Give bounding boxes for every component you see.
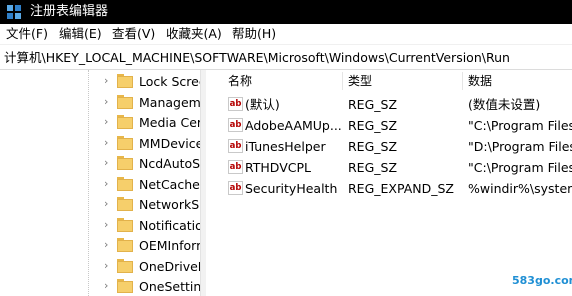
tree-item[interactable]: › NetworkS (0, 194, 200, 215)
value-name: SecurityHealth (245, 181, 338, 196)
chevron-right-icon[interactable]: › (104, 96, 114, 107)
chevron-right-icon[interactable]: › (104, 75, 114, 86)
value-name: AdobeAAMUp... (245, 118, 342, 133)
chevron-right-icon[interactable]: › (104, 219, 114, 230)
folder-icon (117, 94, 133, 109)
value-row[interactable]: ab (默认) REG_SZ (数值未设置) (206, 94, 572, 115)
column-type[interactable]: 类型 (348, 70, 372, 92)
value-data: "C:\Program Files (468, 118, 572, 133)
string-value-icon: ab (228, 118, 243, 132)
menu-edit[interactable]: 编辑(E) (56, 24, 105, 44)
list-header: 名称 类型 数据 (206, 70, 572, 92)
address-bar[interactable]: 计算机\HKEY_LOCAL_MACHINE\SOFTWARE\Microsof… (0, 44, 572, 70)
tree-item[interactable]: › OEMInforr (0, 235, 200, 256)
tree-item-label: NetworkS (139, 197, 200, 212)
tree-item[interactable]: › Media Cer (0, 112, 200, 133)
value-data: "D:\Program Files (468, 139, 572, 154)
tree-item[interactable]: › Managem (0, 92, 200, 113)
value-type: REG_SZ (348, 118, 398, 133)
tree-item-label: OEMInforr (139, 238, 200, 253)
chevron-right-icon[interactable]: › (104, 239, 114, 250)
chevron-right-icon[interactable]: › (104, 260, 114, 271)
menu-file[interactable]: 文件(F) (3, 24, 51, 44)
value-row[interactable]: ab AdobeAAMUp... REG_SZ "C:\Program Files (206, 115, 572, 136)
tree-item-label: MMDevice (139, 135, 200, 151)
chevron-right-icon[interactable]: › (104, 137, 114, 148)
value-list[interactable]: 名称 类型 数据 ab (默认) REG_SZ (数值未设置) ab AdobeAAMUp… (206, 70, 572, 296)
string-value-icon: ab (228, 97, 243, 111)
folder-icon (117, 258, 133, 273)
chevron-right-icon[interactable]: › (104, 280, 114, 291)
tree-item-label: NcdAutoS (139, 156, 200, 171)
menu-help[interactable]: 帮助(H) (229, 24, 279, 44)
column-divider[interactable] (342, 72, 343, 90)
tree-item[interactable]: › Notificatio (0, 215, 200, 236)
registry-editor-icon (7, 5, 21, 19)
value-type: REG_EXPAND_SZ (348, 181, 454, 196)
value-row[interactable]: ab iTunesHelper REG_SZ "D:\Program Files (206, 136, 572, 157)
folder-icon (117, 156, 133, 170)
value-row[interactable]: ab RTHDVCPL REG_SZ "C:\Program Files (206, 157, 572, 178)
value-type: REG_SZ (348, 160, 398, 175)
value-type: REG_SZ (348, 97, 398, 112)
folder-icon (117, 217, 133, 232)
tree-item-label: Lock Scree (139, 74, 200, 89)
string-value-icon: ab (228, 160, 243, 174)
chevron-right-icon[interactable]: › (104, 116, 114, 127)
folder-icon (117, 115, 133, 129)
folder-icon (117, 135, 133, 150)
tree-item-label: Media Cer (139, 115, 200, 130)
value-name: (默认) (245, 97, 280, 112)
watermark: 583go.com (512, 274, 572, 287)
value-row[interactable]: ab SecurityHealth REG_EXPAND_SZ %windir%\sy… (206, 178, 572, 199)
menu-favorites[interactable]: 收藏夹(A) (163, 24, 225, 44)
chevron-right-icon[interactable]: › (104, 178, 114, 189)
tree-item[interactable]: › Lock Scree (0, 71, 200, 92)
string-value-icon: ab (228, 181, 243, 195)
string-value-icon: ab (228, 139, 243, 153)
folder-icon (117, 74, 133, 88)
tree-item[interactable]: › OneSetting (0, 276, 200, 296)
tree-item-label: Notificatio (139, 217, 200, 233)
folder-icon (117, 238, 133, 252)
chevron-right-icon[interactable]: › (104, 157, 114, 168)
tree-item-label: Managem (139, 94, 200, 110)
tree-item[interactable]: › NetCache (0, 174, 200, 195)
window-title: 注册表编辑器 (30, 4, 109, 19)
folder-icon (117, 176, 133, 191)
value-data: "C:\Program Files (468, 160, 572, 175)
menu-view[interactable]: 查看(V) (109, 24, 158, 44)
value-name: RTHDVCPL (245, 160, 311, 175)
value-name: iTunesHelper (245, 139, 326, 154)
menu-bar: 文件(F) 编辑(E) 查看(V) 收藏夹(A) 帮助(H) (0, 24, 572, 44)
tree-item-label: OneDriveR (139, 258, 200, 274)
column-data[interactable]: 数据 (468, 70, 492, 92)
tree-item[interactable]: › OneDriveR (0, 256, 200, 277)
column-divider[interactable] (462, 72, 463, 90)
address-path[interactable]: 计算机\HKEY_LOCAL_MACHINE\SOFTWARE\Microsof… (4, 50, 510, 65)
chevron-right-icon[interactable]: › (104, 198, 114, 209)
folder-icon (117, 197, 133, 211)
title-bar: 注册表编辑器 (0, 0, 572, 24)
value-data: %windir%\system (468, 181, 572, 196)
column-name[interactable]: 名称 (228, 70, 252, 92)
key-tree[interactable]: › Lock Scree › Managem › Media Cer › MMDevice › N… (0, 70, 200, 296)
tree-item-label: NetCache (139, 176, 200, 192)
tree-item[interactable]: › NcdAutoS (0, 153, 200, 174)
value-data: (数值未设置) (468, 97, 541, 112)
folder-icon (117, 279, 133, 293)
value-type: REG_SZ (348, 139, 398, 154)
tree-item[interactable]: › MMDevice (0, 133, 200, 154)
tree-item-label: OneSetting (139, 279, 200, 294)
